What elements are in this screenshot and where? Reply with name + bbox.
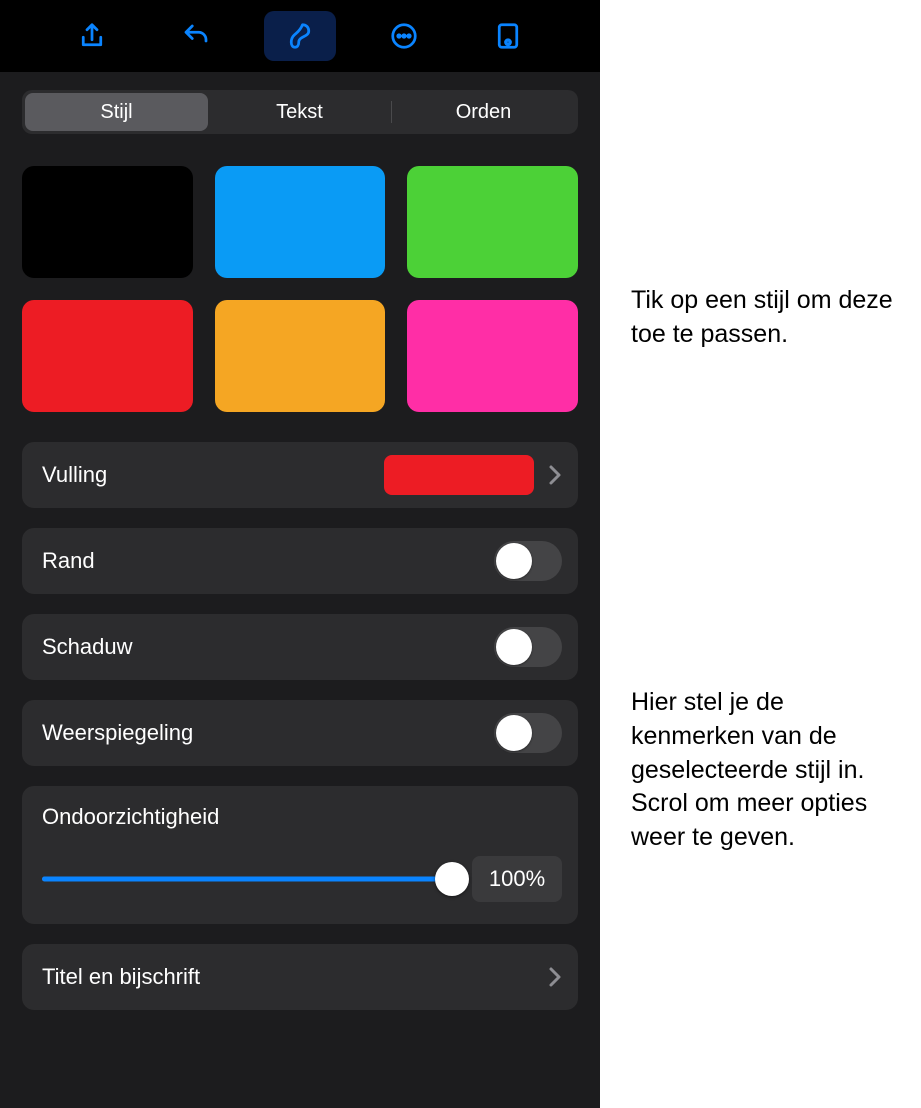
border-toggle[interactable]	[494, 541, 562, 581]
fill-row[interactable]: Vulling	[22, 442, 578, 508]
preview-icon	[493, 21, 523, 51]
chevron-right-icon	[548, 464, 562, 486]
reflection-row[interactable]: Weerspiegeling	[22, 700, 578, 766]
style-swatch[interactable]	[22, 300, 193, 412]
shadow-label: Schaduw	[42, 634, 494, 660]
share-button[interactable]	[56, 11, 128, 61]
chevron-right-icon	[548, 966, 562, 988]
callout-apply-style: Tik op een stijl om deze toe te passen.	[631, 284, 911, 352]
inspector-tabs: Stijl Tekst Orden	[22, 90, 578, 134]
reflection-label: Weerspiegeling	[42, 720, 494, 746]
more-button[interactable]	[368, 11, 440, 61]
more-icon	[389, 21, 419, 51]
undo-button[interactable]	[160, 11, 232, 61]
shadow-toggle[interactable]	[494, 627, 562, 667]
reflection-toggle[interactable]	[494, 713, 562, 753]
callout-set-attributes: Hier stel je de kenmerken van de geselec…	[631, 686, 911, 855]
callout-bracket	[601, 454, 621, 994]
opacity-row: Ondoorzichtigheid 100%	[22, 786, 578, 924]
fill-label: Vulling	[42, 462, 384, 488]
title-caption-row[interactable]: Titel en bijschrift	[22, 944, 578, 1010]
tab-style[interactable]: Stijl	[25, 93, 208, 131]
top-toolbar	[0, 0, 600, 72]
style-swatch[interactable]	[215, 166, 386, 278]
format-inspector: Stijl Tekst Orden Vulling Rand	[0, 0, 600, 1108]
brush-icon	[285, 21, 315, 51]
style-swatch[interactable]	[22, 166, 193, 278]
style-swatch[interactable]	[215, 300, 386, 412]
undo-icon	[181, 21, 211, 51]
border-row[interactable]: Rand	[22, 528, 578, 594]
tab-order[interactable]: Orden	[392, 93, 575, 131]
title-caption-label: Titel en bijschrift	[42, 964, 548, 990]
style-swatch[interactable]	[407, 300, 578, 412]
callout-bracket	[601, 175, 621, 431]
inspector-panel: Stijl Tekst Orden Vulling Rand	[0, 72, 600, 1108]
presenter-button[interactable]	[472, 11, 544, 61]
opacity-slider[interactable]	[42, 861, 452, 897]
tab-text[interactable]: Tekst	[208, 93, 391, 131]
border-label: Rand	[42, 548, 494, 574]
style-rows: Vulling Rand Schaduw Weerspiegeling Ondo…	[22, 442, 578, 1010]
format-brush-button[interactable]	[264, 11, 336, 61]
opacity-label: Ondoorzichtigheid	[42, 804, 562, 830]
opacity-value[interactable]: 100%	[472, 856, 562, 902]
style-swatch-grid	[22, 166, 578, 412]
shadow-row[interactable]: Schaduw	[22, 614, 578, 680]
style-swatch[interactable]	[407, 166, 578, 278]
share-icon	[77, 21, 107, 51]
fill-color-chip	[384, 455, 534, 495]
